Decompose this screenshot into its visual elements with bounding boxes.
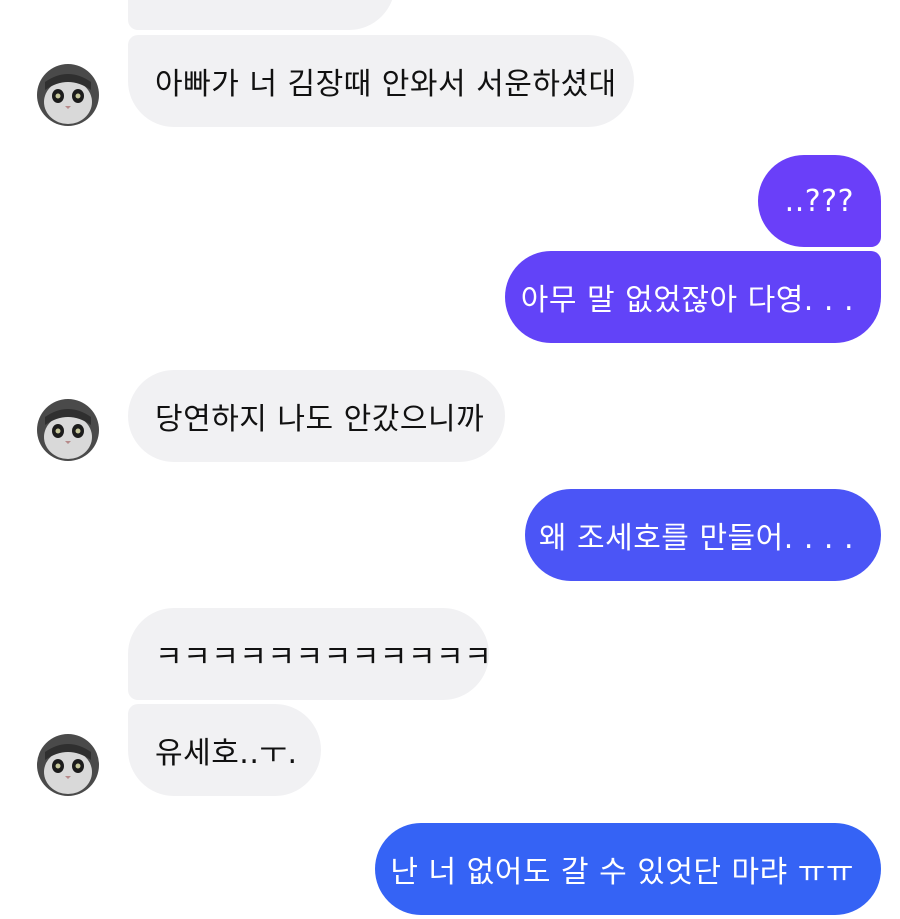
message-text: 왜 조세호를 만들어. . . . <box>538 521 854 556</box>
cat-avatar-icon[interactable] <box>37 399 99 461</box>
message-bubble-outgoing: 왜 조세호를 만들어. . . . <box>525 489 881 581</box>
message-text: 난 너 없어도 갈 수 있엇단 마랴 ㅠㅠ <box>390 855 854 890</box>
message-text: 당연하지 나도 안갔으니까 <box>155 402 485 437</box>
message-text: 아빠가 너 김장때 안와서 서운하셨대 <box>155 67 617 102</box>
message-text: 아무 말 없었잖아 다영. . . <box>520 283 854 318</box>
cat-avatar-icon[interactable] <box>37 734 99 796</box>
message-bubble-incoming: ㅋㅋㅋㅋㅋㅋㅋㅋㅋㅋㅋㅋ <box>128 608 493 700</box>
message-bubble-incoming: 당연하지 나도 안갔으니까 <box>128 370 505 462</box>
message-text: ..??? <box>784 183 854 219</box>
message-bubble-outgoing: ..??? <box>758 155 881 247</box>
message-bubble-outgoing: 아무 말 없었잖아 다영. . . <box>505 251 881 343</box>
message-bubble-outgoing: 난 너 없어도 갈 수 있엇단 마랴 ㅠㅠ <box>375 823 881 915</box>
message-bubble-incoming: 아빠가 너 김장때 안와서 서운하셨대 <box>128 35 634 127</box>
cat-avatar-icon[interactable] <box>37 64 99 126</box>
message-bubble-incoming-cropped <box>128 0 395 30</box>
message-bubble-incoming: 유세호..ㅜ. <box>128 704 321 796</box>
message-text: ㅋㅋㅋㅋㅋㅋㅋㅋㅋㅋㅋㅋ <box>155 640 493 675</box>
message-text: 유세호..ㅜ. <box>155 736 298 771</box>
